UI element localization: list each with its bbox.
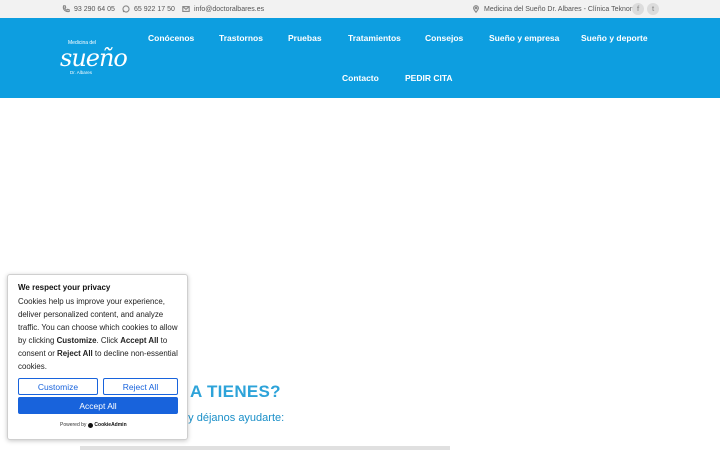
email-text: info@doctoralbares.es xyxy=(194,5,265,13)
phone-icon xyxy=(62,5,70,13)
email-link[interactable]: info@doctoralbares.es xyxy=(182,0,264,18)
nav-contacto[interactable]: Contacto xyxy=(342,73,379,83)
nav-consejos[interactable]: Consejos xyxy=(425,33,463,43)
cookie-description: Cookies help us improve your experience,… xyxy=(18,297,178,371)
nav-pruebas[interactable]: Pruebas xyxy=(288,33,322,43)
phone2-link[interactable]: 65 922 17 50 xyxy=(122,0,175,18)
cookieadmin-icon xyxy=(88,422,94,428)
nav-sueno-empresa[interactable]: Sueño y empresa xyxy=(489,33,559,43)
phone2-text: 65 922 17 50 xyxy=(134,5,175,13)
site-logo[interactable]: Medicina del sueño Dr. Albares xyxy=(58,38,130,78)
accept-all-button[interactable]: Accept All xyxy=(18,397,178,414)
powered-by: Powered by CookieAdmin xyxy=(60,422,127,428)
phone1-text: 93 290 64 05 xyxy=(74,5,115,13)
cookieadmin-text: CookieAdmin xyxy=(94,422,127,428)
powered-by-text: Powered by xyxy=(60,422,87,428)
facebook-icon[interactable]: f xyxy=(632,3,644,15)
logo-line2: sueño xyxy=(60,44,128,72)
customize-button[interactable]: Customize xyxy=(18,378,98,395)
logo-line3: Dr. Albares xyxy=(70,70,93,75)
mail-icon xyxy=(182,6,190,12)
image-strip xyxy=(80,446,450,450)
section-headline: A TIENES? xyxy=(190,382,281,401)
cookie-banner: We respect your privacy Cookies help us … xyxy=(7,274,188,440)
nav-conocenos[interactable]: Conócenos xyxy=(148,33,194,43)
nav-trastornos[interactable]: Trastornos xyxy=(219,33,263,43)
cookie-title: We respect your privacy xyxy=(18,283,111,292)
nav-tratamientos[interactable]: Tratamientos xyxy=(348,33,401,43)
location-link[interactable]: Medicina del Sueño Dr. Albares - Clínica… xyxy=(472,0,634,18)
site-header: Medicina del sueño Dr. Albares Conócenos… xyxy=(0,18,720,98)
nav-pedir-cita[interactable]: PEDIR CITA xyxy=(405,73,453,83)
twitter-icon[interactable]: t xyxy=(647,3,659,15)
cookieadmin-logo[interactable]: CookieAdmin xyxy=(88,422,127,428)
location-pin-icon xyxy=(473,5,479,13)
reject-all-button[interactable]: Reject All xyxy=(103,378,178,395)
phone1-link[interactable]: 93 290 64 05 xyxy=(62,0,115,18)
nav-sueno-deporte[interactable]: Sueño y deporte xyxy=(581,33,648,43)
whatsapp-icon xyxy=(122,5,130,13)
top-bar: 93 290 64 05 65 922 17 50 info@doctoralb… xyxy=(0,0,720,18)
section-subline: e y déjanos ayudarte: xyxy=(179,412,285,424)
location-text: Medicina del Sueño Dr. Albares - Clínica… xyxy=(484,5,634,13)
